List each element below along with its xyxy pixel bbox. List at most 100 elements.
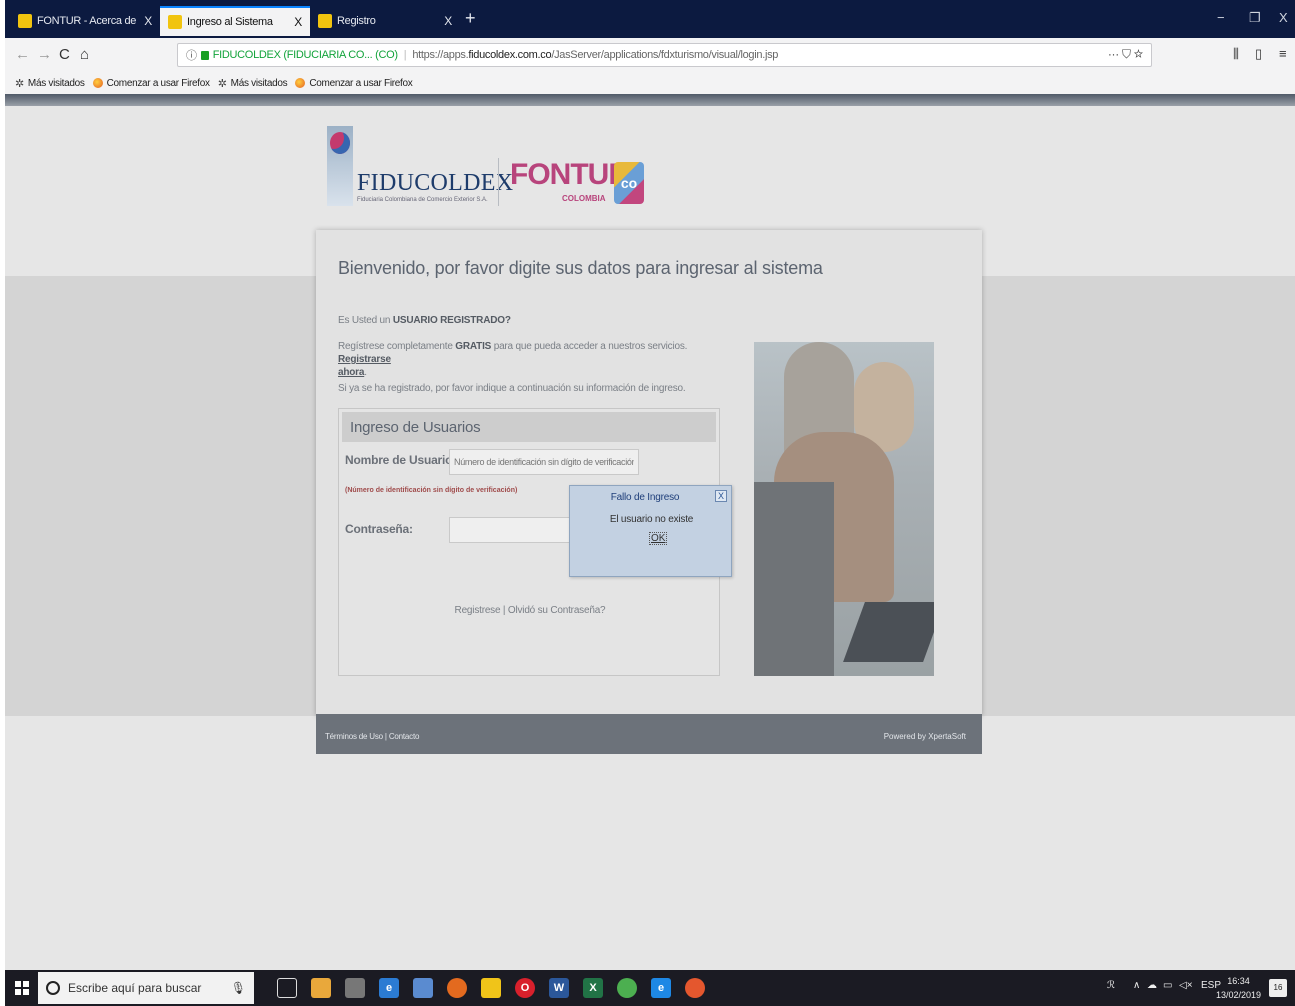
- bookmark-comenzar-firefox[interactable]: Comenzar a usar Firefox: [92, 77, 210, 89]
- home-button[interactable]: ⌂: [80, 46, 89, 63]
- register-link[interactable]: Registrarse: [338, 354, 391, 365]
- gear-icon: ✲: [15, 77, 24, 90]
- back-button[interactable]: ←: [15, 46, 30, 63]
- tab-close-icon[interactable]: X: [444, 14, 452, 28]
- chrome-icon[interactable]: [617, 978, 637, 998]
- internet-explorer-icon[interactable]: e: [379, 978, 399, 998]
- register-prefix: Regístrese completamente: [338, 341, 456, 352]
- taskbar-clock[interactable]: 16:34 13/02/2019: [1216, 974, 1261, 1002]
- dialog-close-icon[interactable]: X: [715, 490, 727, 502]
- bookmark-mas-visitados[interactable]: ✲ Más visitados: [15, 77, 85, 90]
- card-footer: Términos de Uso | Contacto Powered by Xp…: [316, 714, 982, 754]
- bookmark-comenzar-firefox[interactable]: Comenzar a usar Firefox: [295, 77, 413, 89]
- tab-label: Ingreso al Sistema: [187, 16, 273, 28]
- forward-button[interactable]: →: [37, 46, 52, 63]
- excel-icon[interactable]: X: [583, 978, 603, 998]
- page-actions-icon[interactable]: ··· ⛉ ☆: [1108, 47, 1143, 62]
- register-suffix: .: [364, 367, 367, 378]
- fontur-favicon-icon: [168, 15, 182, 29]
- tab-registro[interactable]: Registro X: [310, 6, 460, 36]
- page-title: Bienvenido, por favor digite sus datos p…: [338, 258, 823, 278]
- sidebar-icon[interactable]: ▯: [1255, 46, 1262, 62]
- search-placeholder: Escribe aquí para buscar: [68, 981, 202, 995]
- fiducoldex-emblem-icon: [327, 126, 353, 206]
- register-paragraph: Regístrese completamente GRATIS para que…: [338, 340, 723, 379]
- tab-fontur[interactable]: FONTUR - Acerca de la contrib X: [10, 6, 160, 36]
- printer-icon[interactable]: [345, 978, 365, 998]
- task-view-icon[interactable]: [277, 978, 297, 998]
- dialog-ok-button[interactable]: OK: [649, 532, 668, 545]
- register-middle: para que pueda acceder a nuestros servic…: [491, 341, 688, 352]
- info-icon[interactable]: ⓘ: [186, 47, 197, 63]
- microphone-icon[interactable]: 🎙: [231, 981, 246, 995]
- login-card: Bienvenido, por favor digite sus datos p…: [316, 230, 982, 716]
- bookmark-label: Comenzar a usar Firefox: [309, 77, 413, 89]
- fontur-favicon-icon: [18, 14, 32, 28]
- login-error-dialog: Fallo de Ingreso X El usuario no existe …: [569, 485, 732, 577]
- bookmark-label: Comenzar a usar Firefox: [106, 77, 210, 89]
- cortana-icon: [46, 981, 60, 995]
- toolbar-shadow: [5, 94, 1295, 106]
- new-tab-button[interactable]: +: [465, 8, 476, 29]
- business-people-photo: [754, 342, 934, 676]
- fiducoldex-name: FIDUCOLDEX: [357, 170, 514, 196]
- minimize-button[interactable]: −: [1217, 10, 1225, 25]
- gear-icon: ✲: [217, 77, 227, 90]
- url-text[interactable]: https://apps.fiducoldex.com.co/JasServer…: [412, 49, 778, 61]
- dialog-title: Fallo de Ingreso: [610, 492, 680, 503]
- photo-laptop: [843, 602, 934, 662]
- username-input[interactable]: [449, 449, 639, 475]
- register-link-ahora[interactable]: ahora: [338, 367, 364, 378]
- reload-button[interactable]: C: [59, 46, 70, 63]
- windows-taskbar: Escribe aquí para buscar 🎙 e O W X e ℛ ∧…: [0, 970, 1295, 1006]
- tab-close-icon[interactable]: X: [294, 15, 302, 29]
- bookmarks-toolbar: ✲ Más visitados Comenzar a usar Firefox …: [0, 72, 1295, 94]
- url-bar[interactable]: ⓘ FIDUCOLDEX (FIDUCIARIA CO... (CO) | ht…: [177, 43, 1152, 67]
- onedrive-icon[interactable]: ☁: [1147, 980, 1157, 991]
- footer-links[interactable]: Términos de Uso | Contacto: [325, 732, 419, 741]
- bookmark-label: Más visitados: [230, 77, 288, 89]
- tab-ingreso-al-sistema[interactable]: Ingreso al Sistema X: [160, 6, 310, 36]
- photo-figure: [754, 482, 834, 676]
- windows-start-icon[interactable]: [15, 981, 29, 995]
- tab-close-icon[interactable]: X: [144, 14, 152, 28]
- browser-tab-bar: FONTUR - Acerca de la contrib X Ingreso …: [0, 0, 1295, 38]
- logo-divider: [498, 158, 499, 206]
- lock-icon: [200, 50, 209, 60]
- file-explorer-icon[interactable]: [481, 978, 501, 998]
- edge-icon[interactable]: e: [651, 978, 671, 998]
- menu-icon[interactable]: ≡: [1279, 46, 1287, 61]
- dialog-message: El usuario no existe: [609, 514, 694, 525]
- fontur-logo: FONTUR COLOMBIA co: [510, 158, 644, 204]
- volume-icon[interactable]: ◁×: [1179, 980, 1193, 991]
- network-icon[interactable]: ▭: [1163, 980, 1172, 991]
- word-icon[interactable]: W: [549, 978, 569, 998]
- firefox-icon: [295, 78, 306, 88]
- tab-label: Registro: [337, 15, 376, 27]
- username-hint: (Número de identificación sin dígito de …: [345, 487, 518, 494]
- username-label: Nombre de Usuario:: [345, 453, 457, 467]
- bookmark-label: Más visitados: [27, 77, 85, 89]
- opera-icon[interactable]: O: [515, 978, 535, 998]
- already-registered-text: Si ya se ha registrado, por favor indiqu…: [338, 383, 686, 394]
- fontur-name: FONTUR: [510, 158, 630, 191]
- taskbar-search-box[interactable]: Escribe aquí para buscar 🎙: [38, 972, 254, 1004]
- tray-chevron-icon[interactable]: ∧: [1133, 980, 1140, 991]
- tab-label: FONTUR - Acerca de la contrib: [37, 15, 138, 27]
- people-icon[interactable]: ℛ: [1107, 980, 1115, 991]
- library-icon[interactable]: ⫼: [1233, 46, 1239, 62]
- app-icon[interactable]: [413, 978, 433, 998]
- app-icon[interactable]: [685, 978, 705, 998]
- firefox-taskbar-icon[interactable]: [447, 978, 467, 998]
- fontur-sub: COLOMBIA: [562, 194, 606, 203]
- site-identity[interactable]: FIDUCOLDEX (FIDUCIARIA CO... (CO): [213, 49, 398, 61]
- store-icon[interactable]: [311, 978, 331, 998]
- fiducoldex-logo: FIDUCOLDEX Fiduciaria Colombiana de Come…: [327, 126, 513, 208]
- maximize-button[interactable]: ❐: [1249, 10, 1261, 26]
- login-links[interactable]: Registrese | Olvidó su Contraseña?: [339, 605, 721, 616]
- bookmark-mas-visitados[interactable]: ✲ Más visitados: [218, 77, 288, 90]
- register-bold: GRATIS: [455, 341, 492, 352]
- close-window-button[interactable]: X: [1279, 10, 1288, 25]
- notifications-icon[interactable]: 16: [1269, 979, 1287, 997]
- registro-favicon-icon: [318, 14, 332, 28]
